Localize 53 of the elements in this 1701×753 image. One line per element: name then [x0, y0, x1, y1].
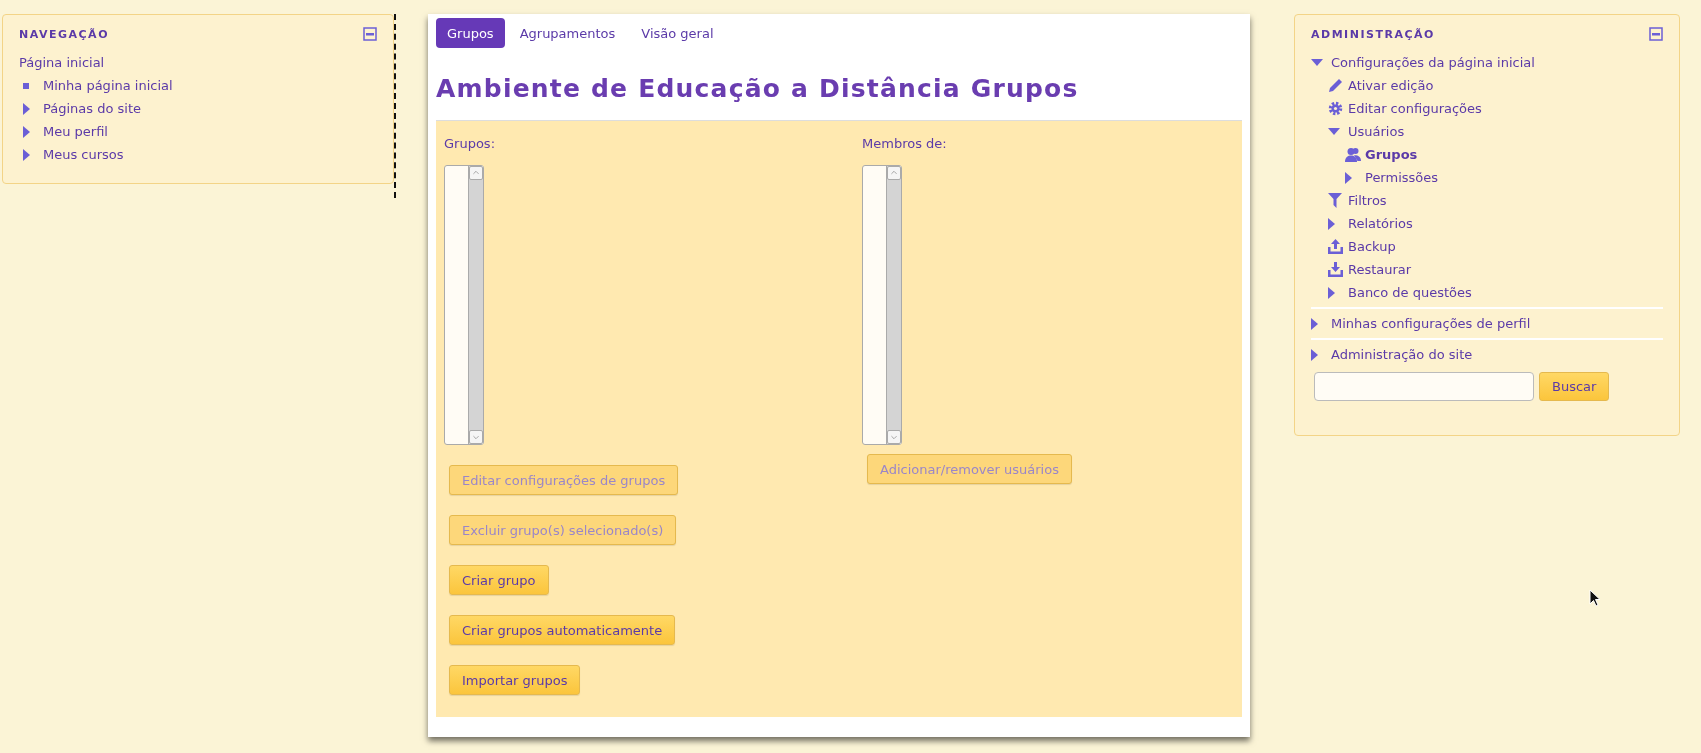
- gear-icon: [1328, 101, 1343, 116]
- tree-item[interactable]: Usuários: [1348, 124, 1405, 139]
- block-title: NAVEGAÇÃO: [19, 27, 109, 41]
- caret-down-icon[interactable]: [1311, 59, 1323, 66]
- block-title: ADMINISTRAÇÃO: [1311, 27, 1435, 41]
- action-button[interactable]: Criar grupos automaticamente: [449, 615, 676, 645]
- tree-item[interactable]: Ativar edição: [1348, 78, 1434, 93]
- list-box[interactable]: [862, 165, 902, 445]
- caret-right-icon[interactable]: [23, 102, 30, 115]
- tree-item[interactable]: Banco de questões: [1348, 285, 1472, 300]
- square-bullet-icon: [23, 82, 29, 89]
- filter-icon: [1328, 193, 1342, 208]
- caret-right-icon[interactable]: [1328, 286, 1335, 299]
- tree-item[interactable]: Backup: [1348, 239, 1396, 254]
- tree-item[interactable]: Páginas do site: [43, 101, 141, 116]
- caret-down-icon[interactable]: [1328, 128, 1340, 135]
- search-field[interactable]: [1314, 372, 1534, 401]
- tree-item[interactable]: Administração do site: [1331, 347, 1473, 362]
- caret-right-icon[interactable]: [23, 125, 30, 138]
- tree-item[interactable]: Grupos: [1365, 147, 1418, 162]
- field-label: Membros de:: [862, 136, 947, 151]
- caret-right-icon[interactable]: [1311, 348, 1318, 361]
- tree-item[interactable]: Meus cursos: [43, 147, 124, 162]
- download-icon: [1328, 262, 1343, 277]
- tree-item[interactable]: Página inicial: [19, 55, 105, 70]
- collapse-icon[interactable]: [1649, 27, 1663, 41]
- list-box[interactable]: [444, 165, 484, 445]
- tree-item[interactable]: Restaurar: [1348, 262, 1412, 277]
- tree-item[interactable]: Relatórios: [1348, 216, 1413, 231]
- tab[interactable]: Grupos: [436, 18, 505, 48]
- caret-right-icon[interactable]: [1311, 317, 1318, 330]
- search-button[interactable]: Buscar: [1539, 372, 1610, 401]
- page-heading: Ambiente de Educação a Distância Grupos: [436, 74, 1080, 103]
- tree-item[interactable]: Minha página inicial: [43, 78, 173, 93]
- tree-item[interactable]: Minhas configurações de perfil: [1331, 316, 1531, 331]
- collapse-icon[interactable]: [363, 27, 377, 41]
- users-icon: [1345, 147, 1361, 162]
- tree-item[interactable]: Editar configurações: [1348, 101, 1482, 116]
- tree-item[interactable]: Configurações da página inicial: [1331, 55, 1535, 70]
- pencil-icon: [1328, 78, 1343, 93]
- action-button[interactable]: Importar grupos: [449, 665, 581, 695]
- action-button[interactable]: Criar grupo: [449, 565, 549, 595]
- field-label: Grupos:: [444, 136, 496, 151]
- tab[interactable]: Agrupamentos: [508, 18, 627, 48]
- tab[interactable]: Visão geral: [630, 18, 725, 48]
- tree-item[interactable]: Meu perfil: [43, 124, 108, 139]
- caret-right-icon[interactable]: [23, 148, 30, 161]
- mouse-cursor-icon: [1589, 589, 1601, 607]
- caret-right-icon[interactable]: [1328, 217, 1335, 230]
- caret-right-icon[interactable]: [1345, 171, 1352, 184]
- tree-item[interactable]: Filtros: [1348, 193, 1387, 208]
- tree-item[interactable]: Permissões: [1365, 170, 1439, 185]
- upload-icon: [1328, 239, 1343, 254]
